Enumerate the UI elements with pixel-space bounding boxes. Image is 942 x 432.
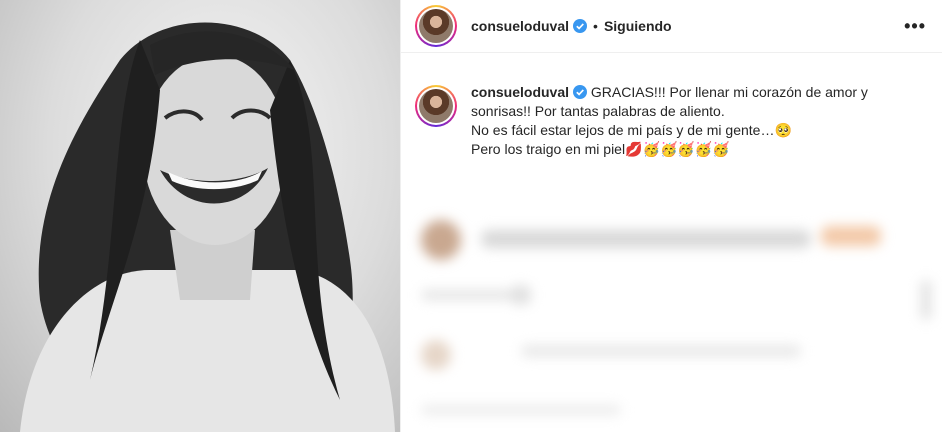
blurred-comments — [401, 190, 942, 432]
verified-badge-icon — [573, 19, 588, 33]
woman-laughing-photo — [20, 22, 395, 432]
separator-dot: • — [593, 18, 598, 34]
caption-username-link[interactable]: consueloduval — [471, 84, 569, 100]
caption-line-3: No es fácil estar lejos de mi país y de … — [471, 122, 792, 138]
caption-line-2: sonrisas!! Por tantas palabras de alient… — [471, 103, 725, 119]
following-button[interactable]: Siguiendo — [604, 18, 672, 34]
caption-line-1: GRACIAS!!! Por llenar mi corazón de amor… — [590, 84, 868, 100]
story-ring[interactable] — [415, 5, 457, 47]
post-header: consueloduval • Siguiendo ••• — [401, 0, 942, 53]
avatar[interactable] — [419, 9, 453, 43]
caption-verified-badge-icon — [573, 85, 588, 99]
caption-text: consueloduval GRACIAS!!! Por llenar mi c… — [471, 83, 911, 159]
more-options-icon[interactable]: ••• — [904, 16, 926, 37]
post-panel: consueloduval • Siguiendo ••• consuelodu… — [400, 0, 942, 432]
caption: consueloduval GRACIAS!!! Por llenar mi c… — [401, 53, 942, 159]
caption-story-ring[interactable] — [415, 85, 457, 127]
caption-line-4: Pero los traigo en mi piel💋🥳🥳🥳🥳🥳 — [471, 141, 730, 157]
username-link[interactable]: consueloduval — [471, 18, 569, 34]
post-photo[interactable] — [0, 0, 400, 432]
caption-avatar[interactable] — [419, 89, 453, 123]
